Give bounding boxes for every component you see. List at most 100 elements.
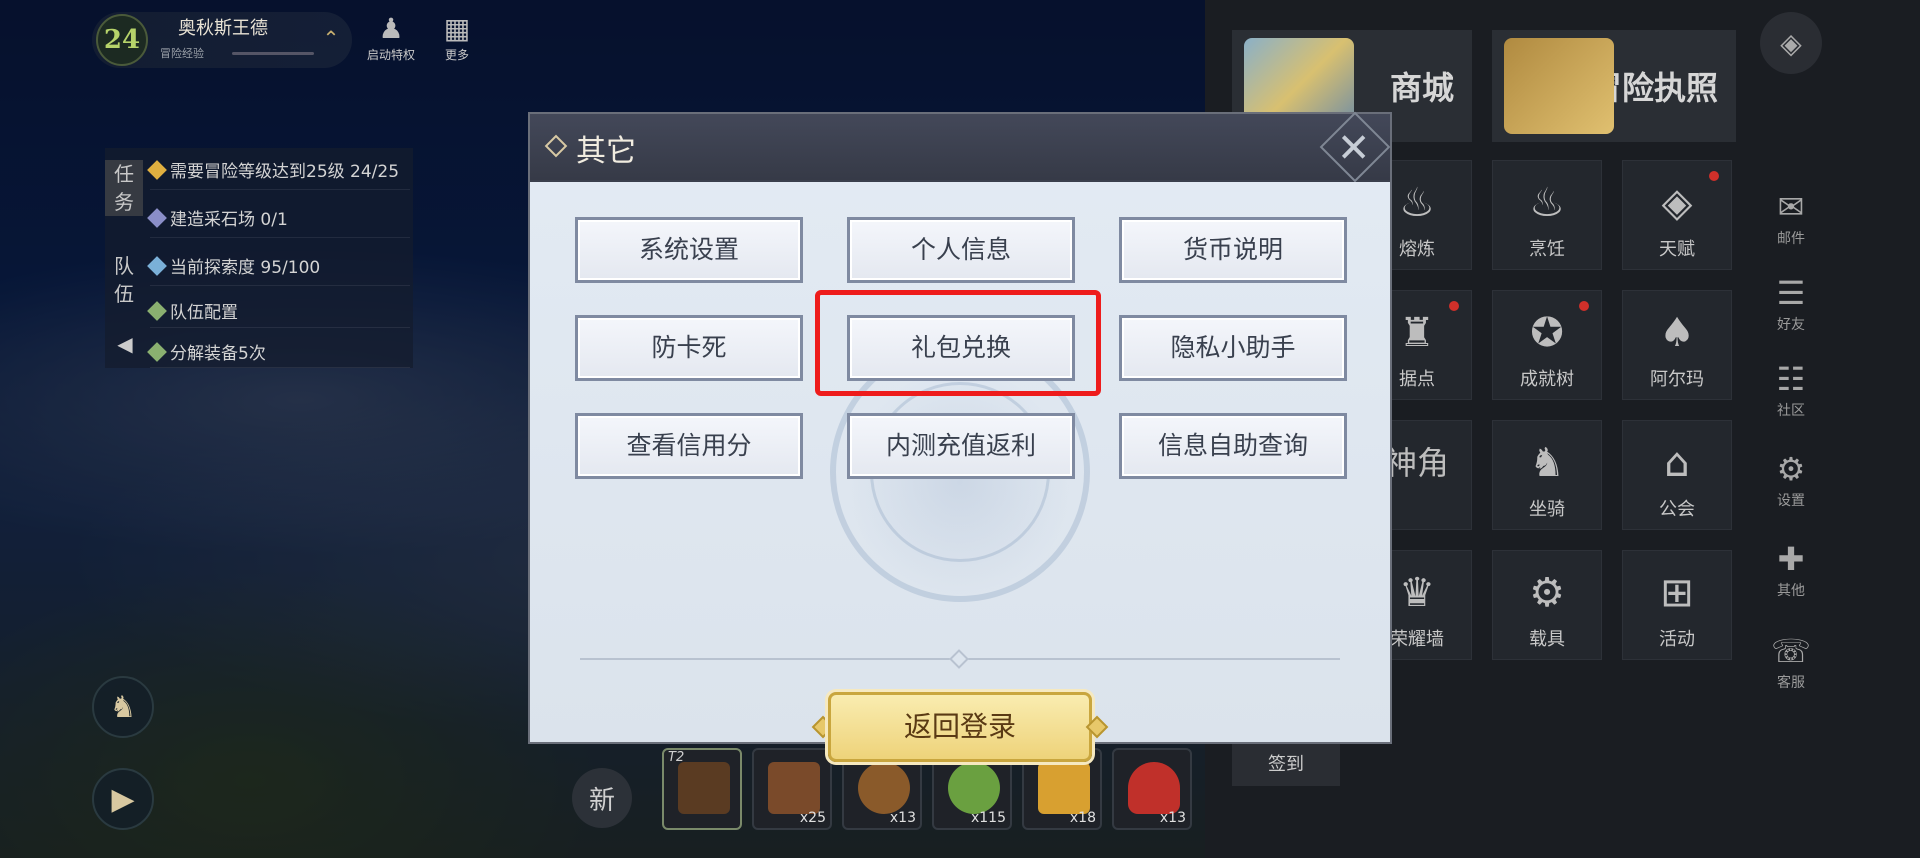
exp-label: 冒险经验 <box>160 47 204 60</box>
close-button[interactable]: ✕ <box>1319 111 1391 183</box>
guild-castle-icon: ⌂ <box>1664 440 1690 486</box>
motorcycle-icon: ⚙ <box>1529 570 1565 616</box>
honeycomb-icon <box>1038 762 1090 814</box>
item-count: x25 <box>799 810 826 826</box>
more-label: 更多 <box>444 48 469 62</box>
bag-button[interactable]: 新 <box>572 768 632 828</box>
settings-button[interactable]: ⚙ 设置 <box>1760 448 1822 510</box>
tile-label: 载具 <box>1529 629 1565 650</box>
personal-info-button[interactable]: 个人信息 <box>847 217 1075 283</box>
tile-vehicle[interactable]: ⚙ 载具 <box>1492 550 1602 660</box>
quest-item[interactable]: 分解装备5次 <box>147 336 410 368</box>
quest-item[interactable]: 需要冒险等级达到25级 24/25 <box>147 150 410 190</box>
mail-icon: ✉ <box>1777 188 1805 226</box>
tile-label: 成就树 <box>1520 369 1574 390</box>
menu-toggle-button[interactable]: ◈ <box>1760 12 1822 74</box>
mount-button[interactable]: ♞ <box>92 676 154 738</box>
player-name: 奥秋斯王德 <box>178 18 268 39</box>
wood-block-icon <box>678 762 730 814</box>
quest-marker-icon <box>147 207 167 228</box>
tnt-barrel-icon <box>858 762 910 814</box>
dialog-header: 其它 ✕ <box>530 111 1391 183</box>
anti-freeze-button[interactable]: 防卡死 <box>575 315 803 381</box>
hotbar-slot[interactable]: x13 <box>1112 748 1192 830</box>
more-button[interactable]: ▦ 更多 <box>422 12 492 63</box>
quest-item-text: 队伍配置 <box>170 303 238 323</box>
quest-item-text: 当前探索度 95/100 <box>170 258 321 278</box>
notification-dot <box>1579 301 1589 311</box>
quest-item[interactable]: 当前探索度 95/100 <box>147 246 410 286</box>
privacy-assistant-button[interactable]: 隐私小助手 <box>1119 315 1347 381</box>
sign-in-button[interactable]: 签到 <box>1232 744 1340 786</box>
info-self-query-button[interactable]: 信息自助查询 <box>1119 413 1347 479</box>
side-label: 设置 <box>1777 493 1805 509</box>
tile-label: 烹饪 <box>1529 239 1565 260</box>
brick-block-icon <box>768 762 820 814</box>
bowl-icon: ♨ <box>1529 180 1565 226</box>
currency-info-button[interactable]: 货币说明 <box>1119 217 1347 283</box>
mushroom-icon <box>1128 762 1180 814</box>
diamond-arrow-icon: ◈ <box>1780 26 1802 60</box>
gear-icon: ⚙ <box>1776 450 1806 488</box>
system-settings-button[interactable]: 系统设置 <box>575 217 803 283</box>
tile-label: 天赋 <box>1659 239 1695 260</box>
dialog-title: 其它 <box>576 134 636 169</box>
hotbar-slot[interactable]: T2 <box>662 748 742 830</box>
tab-quest[interactable]: 任务 <box>105 160 143 216</box>
adventure-license-tile[interactable]: 冒险执照 <box>1492 30 1736 142</box>
other-button[interactable]: ✚ 其他 <box>1760 538 1822 600</box>
horse-head-icon: ♞ <box>1529 440 1565 486</box>
side-label: 其他 <box>1777 583 1805 599</box>
exp-bar <box>232 52 314 55</box>
quest-item-text: 建造采石场 0/1 <box>170 210 288 230</box>
credit-score-button[interactable]: 查看信用分 <box>575 413 803 479</box>
tile-label: 公会 <box>1659 499 1695 520</box>
title-diamond-icon <box>544 134 568 158</box>
tab-team[interactable]: 队伍 <box>105 252 143 308</box>
side-label: 社区 <box>1777 403 1805 419</box>
friends-button[interactable]: ☰ 好友 <box>1760 272 1822 334</box>
play-icon: ▶ <box>111 781 135 817</box>
hotbar-slot[interactable]: x25 <box>752 748 832 830</box>
rank-up-icon[interactable]: ⌃ <box>318 26 344 52</box>
customer-service-button[interactable]: ☏ 客服 <box>1760 630 1822 692</box>
quest-item[interactable]: 建造采石场 0/1 <box>147 198 410 238</box>
headset-icon: ☏ <box>1770 632 1811 670</box>
tile-alma[interactable]: ♠ 阿尔玛 <box>1622 290 1732 400</box>
quest-item[interactable]: 队伍配置 <box>147 294 410 328</box>
penguin-icon: ♟ <box>378 12 404 45</box>
privilege-button[interactable]: ♟ 启动特权 <box>356 12 426 63</box>
item-count: x115 <box>970 810 1006 826</box>
quest-marker-icon <box>147 255 167 276</box>
notification-dot <box>1709 171 1719 181</box>
notification-dot <box>1449 301 1459 311</box>
tile-achievement-tree[interactable]: ✪ 成就树 <box>1492 290 1602 400</box>
side-label: 客服 <box>1777 675 1805 691</box>
return-to-login-button[interactable]: 返回登录 <box>828 692 1092 762</box>
beta-recharge-rebate-button[interactable]: 内测充值返利 <box>847 413 1075 479</box>
tile-cook[interactable]: ♨ 烹饪 <box>1492 160 1602 270</box>
tile-guild[interactable]: ⌂ 公会 <box>1622 420 1732 530</box>
quest-marker-icon <box>147 341 167 362</box>
quest-item-text: 分解装备5次 <box>170 344 266 364</box>
tile-event[interactable]: ⊞ 活动 <box>1622 550 1732 660</box>
item-count: x13 <box>889 810 916 826</box>
auto-play-button[interactable]: ▶ <box>92 768 154 830</box>
player-level-badge: 24 <box>96 14 148 66</box>
mail-button[interactable]: ✉ 邮件 <box>1760 186 1822 248</box>
tile-talent[interactable]: ◈ 天赋 <box>1622 160 1732 270</box>
tile-mount[interactable]: ♞ 坐骑 <box>1492 420 1602 530</box>
grid-icon: ▦ <box>443 12 471 45</box>
potion-icon <box>948 762 1000 814</box>
dialog-body: 系统设置 个人信息 货币说明 防卡死 礼包兑换 隐私小助手 查看信用分 内测充值… <box>530 182 1390 762</box>
privilege-label: 启动特权 <box>366 48 415 62</box>
tile-label: 熔炼 <box>1399 239 1435 260</box>
horse-icon: ♞ <box>109 689 137 725</box>
community-button[interactable]: ☷ 社区 <box>1760 358 1822 420</box>
tile-label: 坐骑 <box>1529 499 1565 520</box>
quest-marker-icon <box>147 159 167 180</box>
collapse-arrow-icon[interactable]: ◀ <box>108 332 142 364</box>
spirit-icon: ♠ <box>1659 310 1695 356</box>
tile-label: 活动 <box>1659 629 1695 650</box>
item-count: x18 <box>1069 810 1096 826</box>
